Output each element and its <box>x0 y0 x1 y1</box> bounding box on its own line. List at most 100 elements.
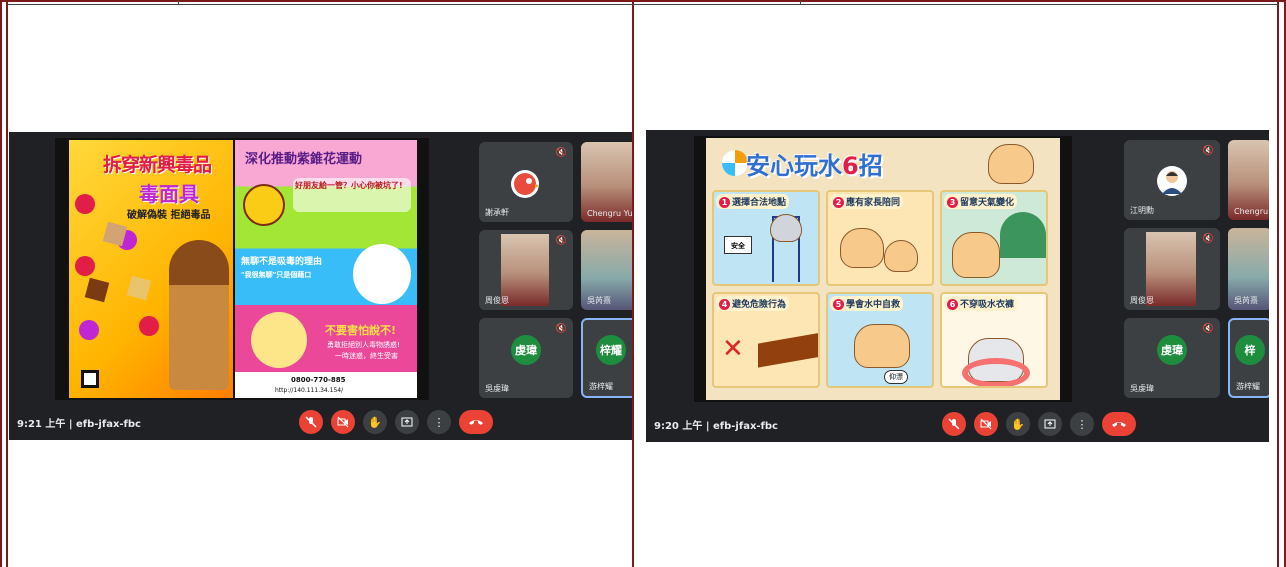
poster-anti-drug-left: 拆穿新興毒品 毒面具 破解偽裝 拒絕毒品 <box>69 140 233 398</box>
participant-tile-active[interactable]: 梓 游梓耀 <box>1228 318 1269 398</box>
present-icon <box>1044 419 1056 429</box>
meeting-screenshot-left: 拆穿新興毒品 毒面具 破解偽裝 拒絕毒品 深化推動紫錐花運動 好朋友給一管？小心… <box>9 132 632 440</box>
poster-title: 安心玩水6招 <box>746 152 883 180</box>
drug-bubble-icon <box>75 256 95 276</box>
participant-tile[interactable]: 🔇 周俊恩 <box>1124 228 1220 310</box>
participant-tile[interactable]: 吳芮熹 <box>1228 228 1269 310</box>
mic-off-button[interactable] <box>299 410 323 434</box>
float-label: 仰漂 <box>884 370 908 384</box>
cliff-illustration <box>758 332 818 368</box>
bird-avatar-icon <box>511 170 539 198</box>
present-button[interactable] <box>1038 412 1062 436</box>
table-border-middle <box>632 0 634 567</box>
tip-label: 6 不穿吸水衣褲 <box>944 296 1018 311</box>
participant-tile-active[interactable]: 梓耀 游梓耀 <box>581 318 632 398</box>
shiba-child-illustration <box>884 240 918 272</box>
mic-off-icon <box>948 418 960 430</box>
participant-tile[interactable]: Chengru Yue <box>581 142 632 222</box>
participant-name: 游梓耀 <box>1236 382 1260 391</box>
tip-label: 4 避免危險行為 <box>716 296 790 311</box>
refuse-boy-illustration <box>251 312 307 368</box>
mic-off-icon: 🔇 <box>1202 146 1214 156</box>
camera-off-icon <box>337 416 349 428</box>
shiba-mascot <box>988 144 1034 184</box>
participant-tile[interactable]: 🔇 謝承軒 <box>479 142 573 222</box>
participant-tile[interactable]: 虔瑋 🔇 吳虔瑋 <box>1124 318 1220 398</box>
end-call-button[interactable] <box>459 410 493 434</box>
participant-name: 游梓耀 <box>589 382 613 391</box>
more-options-button[interactable]: ⋮ <box>1070 412 1094 436</box>
tip-card: 2 應有家長陪同 <box>826 190 934 286</box>
mic-off-icon: 🔇 <box>1202 324 1214 334</box>
participant-name: 吳虔瑋 <box>485 384 509 393</box>
raise-hand-icon: ✋ <box>1011 417 1025 431</box>
presentation-stage: 安心玩水6招 1 選擇合法地點 安全 2 應有家長陪同 3 留意天氣變化 4 避免危險行… <box>694 136 1072 402</box>
participant-name: Chengru Yue <box>587 209 632 218</box>
raise-hand-button[interactable]: ✋ <box>1006 412 1030 436</box>
participant-name: 周俊恩 <box>1130 296 1154 305</box>
poster-anti-drug-right: 深化推動紫錐花運動 好朋友給一管？小心你被坑了! 無聊不是吸毒的理由 "我很無聊… <box>235 140 417 398</box>
floating-shiba-illustration <box>854 324 910 368</box>
participant-tile[interactable]: Chengru <box>1228 140 1269 220</box>
present-button[interactable] <box>395 410 419 434</box>
participant-tile[interactable]: 🔇 江明勳 <box>1124 140 1220 220</box>
participant-tile[interactable]: 🔇 周俊恩 <box>479 230 573 310</box>
present-icon <box>401 417 413 427</box>
raise-hand-button[interactable]: ✋ <box>363 410 387 434</box>
mic-off-icon: 🔇 <box>555 148 567 158</box>
band-boredom-sub: "我很無聊"只是個藉口 <box>241 271 312 279</box>
meeting-code: efb-jfax-fbc <box>712 421 778 432</box>
tip-label: 2 應有家長陪同 <box>830 194 904 209</box>
end-call-icon <box>469 420 483 425</box>
more-options-button[interactable]: ⋮ <box>427 410 451 434</box>
participant-tile[interactable]: 吳芮熹 <box>581 230 632 310</box>
shiba-illustration <box>952 232 1000 278</box>
drug-cube-icon <box>126 275 152 301</box>
tip-card: 3 留意天氣變化 <box>940 190 1048 286</box>
tip-card: 6 不穿吸水衣褲 <box>940 292 1048 388</box>
meeting-screenshot-right: 安心玩水6招 1 選擇合法地點 安全 2 應有家長陪同 3 留意天氣變化 4 避免危險行… <box>646 130 1269 442</box>
shiba-parent-illustration <box>840 228 884 268</box>
drug-bubble-icon <box>79 320 99 340</box>
initials-avatar: 梓耀 <box>596 335 626 366</box>
poster-water-safety: 安心玩水6招 1 選擇合法地點 安全 2 應有家長陪同 3 留意天氣變化 4 避免危險行… <box>706 138 1060 400</box>
camera-off-icon <box>980 418 992 430</box>
cross-icon: ✕ <box>722 334 744 364</box>
mic-off-button[interactable] <box>942 412 966 436</box>
meeting-code: efb-jfax-fbc <box>75 419 141 430</box>
mic-off-icon: 🔇 <box>555 324 567 334</box>
end-call-button[interactable] <box>1102 412 1136 436</box>
tip-label: 3 留意天氣變化 <box>944 194 1018 209</box>
band-say-no: 不要害怕說不! <box>325 324 397 337</box>
table-tick <box>800 0 801 4</box>
poster-title-2: 毒面具 <box>139 182 199 206</box>
mic-off-icon: 🔇 <box>555 236 567 246</box>
person-avatar-icon <box>1157 166 1187 196</box>
clown-illustration <box>353 244 411 304</box>
band-boredom: 無聊不是吸毒的理由 <box>241 257 323 267</box>
float-ring-icon <box>962 358 1030 386</box>
poster-heading: 深化推動紫錐花運動 <box>245 152 363 167</box>
participant-name: 吳芮熹 <box>1234 296 1258 305</box>
poster-title: 拆穿新興毒品 <box>103 154 212 176</box>
poster-url: http://140.111.34.154/ <box>275 387 344 394</box>
poster-subtitle: 破解偽裝 拒絕毒品 <box>127 210 211 221</box>
tip-card: 4 避免危險行為 ✕ <box>712 292 820 388</box>
participant-name: 江明勳 <box>1130 206 1154 215</box>
initials-avatar: 虔瑋 <box>511 335 541 365</box>
camera-off-button[interactable] <box>331 410 355 434</box>
band-say-no-sub2: 一時迷惑，終生受害 <box>335 352 398 360</box>
tip-label: 1 選擇合法地點 <box>716 194 790 209</box>
participant-tile[interactable]: 虔瑋 🔇 吳虔瑋 <box>479 318 573 398</box>
meeting-control-bar: 9:21 上午 | efb-jfax-fbc ✋ ⋮ <box>9 404 632 440</box>
raise-hand-icon: ✋ <box>368 415 382 429</box>
table-border-left <box>0 0 2 567</box>
detective-illustration <box>169 240 229 390</box>
participant-name: 吳虔瑋 <box>1130 384 1154 393</box>
tip-card: 1 選擇合法地點 安全 <box>712 190 820 286</box>
end-call-icon <box>1112 422 1126 427</box>
participant-name: 吳芮熹 <box>587 296 611 305</box>
mic-off-icon: 🔇 <box>1202 234 1214 244</box>
camera-off-button[interactable] <box>974 412 998 436</box>
umbrella-icon <box>1000 212 1046 258</box>
